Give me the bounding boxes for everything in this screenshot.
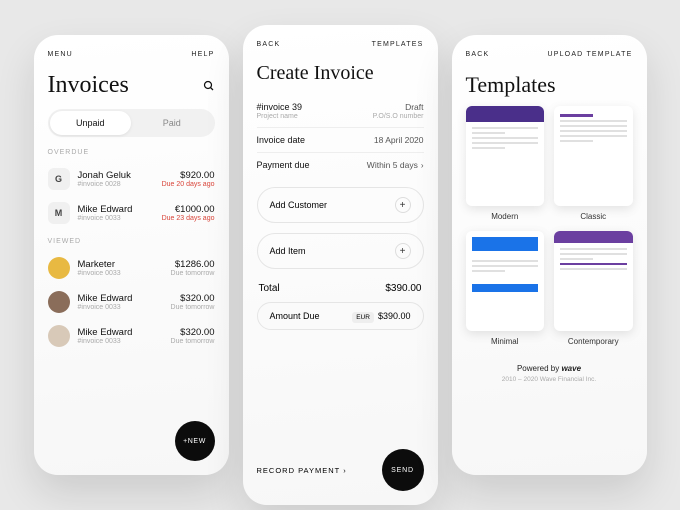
- invoice-amount: $1286.00: [171, 259, 215, 270]
- chevron-right-icon: ›: [343, 466, 347, 475]
- topbar: BACK UPLOAD TEMPLATE: [466, 51, 633, 58]
- record-payment-button[interactable]: RECORD PAYMENT ›: [257, 466, 347, 475]
- invoice-due: Due tomorrow: [171, 270, 215, 277]
- invoice-row[interactable]: G Jonah Geluk #invoice 0028 $920.00 Due …: [48, 162, 215, 196]
- amount-due-row: Amount Due EUR $390.00: [257, 302, 424, 330]
- avatar: M: [48, 202, 70, 224]
- avatar: [48, 257, 70, 279]
- template-thumbnail: [466, 106, 545, 206]
- invoice-ref: #invoice 0028: [78, 181, 162, 188]
- invoice-due: Due tomorrow: [171, 338, 215, 345]
- section-overdue-label: OVERDUE: [48, 149, 215, 156]
- project-name-sub: Project name: [257, 113, 303, 120]
- invoice-amount: $320.00: [171, 327, 215, 338]
- page-title: Invoices: [48, 72, 129, 99]
- topbar: MENU HELP: [48, 51, 215, 58]
- invoice-ref: #invoice 0033: [78, 338, 171, 345]
- back-button[interactable]: BACK: [466, 51, 490, 58]
- invoice-row[interactable]: Mike Edward #invoice 0033 $320.00 Due to…: [48, 319, 215, 353]
- plus-icon: +: [395, 197, 411, 213]
- template-thumbnail: [554, 231, 633, 331]
- send-button[interactable]: SEND: [382, 449, 424, 491]
- page-title: Templates: [466, 72, 633, 98]
- upload-template-button[interactable]: UPLOAD TEMPLATE: [547, 51, 632, 58]
- template-name: Minimal: [466, 337, 545, 346]
- payment-due-label: Payment due: [257, 160, 310, 170]
- add-item-button[interactable]: Add Item +: [257, 233, 424, 269]
- add-customer-label: Add Customer: [270, 200, 328, 210]
- invoice-date-row[interactable]: Invoice date 18 April 2020: [257, 128, 424, 153]
- brand-logo: wave: [561, 364, 581, 373]
- amount-due-label: Amount Due: [270, 311, 320, 321]
- invoice-name: Mike Edward: [78, 204, 162, 215]
- invoice-status: Draft: [405, 102, 423, 112]
- powered-by: Powered by wave: [466, 364, 633, 373]
- invoice-date-label: Invoice date: [257, 135, 306, 145]
- add-customer-button[interactable]: Add Customer +: [257, 187, 424, 223]
- tab-unpaid[interactable]: Unpaid: [50, 111, 132, 135]
- invoice-name: Marketer: [78, 259, 171, 270]
- search-icon[interactable]: [203, 80, 215, 92]
- payment-due-value: Within 5 days: [367, 160, 418, 170]
- invoice-name: Jonah Geluk: [78, 170, 162, 181]
- invoice-number-row[interactable]: #invoice 39 Project name Draft P.O/S.O n…: [257, 95, 424, 128]
- copyright: 2010 – 2020 Wave Financial Inc.: [466, 376, 633, 383]
- total-value: $390.00: [385, 283, 421, 294]
- page-title: Create Invoice: [257, 62, 424, 85]
- payment-due-row[interactable]: Payment due Within 5 days›: [257, 153, 424, 177]
- back-button[interactable]: BACK: [257, 41, 281, 48]
- template-card-classic[interactable]: Classic: [554, 106, 633, 221]
- template-name: Modern: [466, 212, 545, 221]
- avatar: [48, 325, 70, 347]
- help-button[interactable]: HELP: [191, 51, 214, 58]
- invoice-row[interactable]: Marketer #invoice 0033 $1286.00 Due tomo…: [48, 251, 215, 285]
- template-card-minimal[interactable]: Minimal: [466, 231, 545, 346]
- add-item-label: Add Item: [270, 246, 306, 256]
- total-row: Total $390.00: [257, 283, 424, 294]
- invoice-ref: #invoice 0033: [78, 270, 171, 277]
- avatar: G: [48, 168, 70, 190]
- new-invoice-button[interactable]: +NEW: [175, 421, 215, 461]
- invoice-ref: #invoice 0033: [78, 304, 171, 311]
- invoice-date-value: 18 April 2020: [374, 135, 424, 145]
- currency-chip[interactable]: EUR: [352, 312, 374, 323]
- invoice-due: Due 20 days ago: [162, 181, 215, 188]
- invoice-amount: $920.00: [162, 170, 215, 181]
- invoice-due: Due tomorrow: [171, 304, 215, 311]
- template-card-modern[interactable]: Modern: [466, 106, 545, 221]
- tab-paid[interactable]: Paid: [131, 111, 213, 135]
- invoice-name: Mike Edward: [78, 293, 171, 304]
- menu-button[interactable]: MENU: [48, 51, 73, 58]
- invoice-due: Due 23 days ago: [162, 215, 215, 222]
- topbar: BACK TEMPLATES: [257, 41, 424, 48]
- invoice-row[interactable]: M Mike Edward #invoice 0033 €1000.00 Due…: [48, 196, 215, 230]
- template-thumbnail: [554, 106, 633, 206]
- invoice-amount: $320.00: [171, 293, 215, 304]
- template-card-contemporary[interactable]: Contemporary: [554, 231, 633, 346]
- chevron-right-icon: ›: [421, 161, 424, 170]
- template-name: Contemporary: [554, 337, 633, 346]
- invoice-number-label: #invoice 39: [257, 102, 303, 112]
- screen-create-invoice: BACK TEMPLATES Create Invoice #invoice 3…: [243, 25, 438, 505]
- invoice-amount: €1000.00: [162, 204, 215, 215]
- screen-templates: BACK UPLOAD TEMPLATE Templates Modern Cl…: [452, 35, 647, 475]
- avatar: [48, 291, 70, 313]
- invoice-name: Mike Edward: [78, 327, 171, 338]
- segmented-control: Unpaid Paid: [48, 109, 215, 137]
- plus-icon: +: [395, 243, 411, 259]
- template-name: Classic: [554, 212, 633, 221]
- amount-due-value: $390.00: [378, 311, 411, 321]
- invoice-ref: #invoice 0033: [78, 215, 162, 222]
- po-so-sub: P.O/S.O number: [373, 113, 424, 120]
- screen-invoices: MENU HELP Invoices Unpaid Paid OVERDUE G…: [34, 35, 229, 475]
- invoice-row[interactable]: Mike Edward #invoice 0033 $320.00 Due to…: [48, 285, 215, 319]
- total-label: Total: [259, 283, 280, 294]
- template-thumbnail: [466, 231, 545, 331]
- templates-button[interactable]: TEMPLATES: [372, 41, 424, 48]
- section-viewed-label: VIEWED: [48, 238, 215, 245]
